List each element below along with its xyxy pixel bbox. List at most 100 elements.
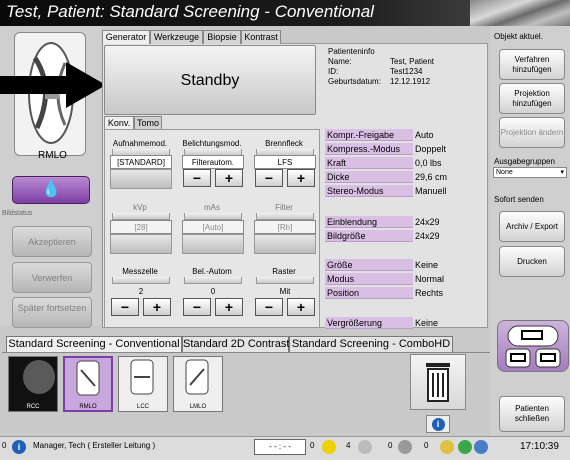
filter-slider[interactable] <box>256 213 314 220</box>
focal-spot-plus[interactable]: + <box>287 169 315 187</box>
title-decoration <box>470 0 570 26</box>
device-toggle-button[interactable] <box>497 320 569 372</box>
status-count-4: 0 <box>424 441 429 450</box>
arrow-icon <box>0 62 106 110</box>
add-procedure-button[interactable]: Verfahren hinzufügen <box>499 49 565 80</box>
view-label: RMLO <box>38 150 67 161</box>
force-value: 0,0 lbs <box>415 158 442 168</box>
mas-slider[interactable] <box>184 213 242 220</box>
patient-info-header: Patienteninfo <box>328 47 375 56</box>
thumbnail-label: RCC <box>26 404 40 410</box>
status-count-2: 4 <box>346 441 351 450</box>
tab-biopsy[interactable]: Biopsie <box>203 30 241 44</box>
thumbnail-label: LCC <box>136 404 149 410</box>
send-now-label: Sofort senden <box>494 195 544 204</box>
info-button[interactable]: i <box>426 415 450 433</box>
chevron-down-icon: ▾ <box>560 169 564 176</box>
aec-cell-minus[interactable]: − <box>111 298 139 316</box>
aec-comp-value: 0 <box>210 287 216 296</box>
position-label: Position <box>325 287 413 299</box>
grid-minus[interactable]: − <box>255 298 283 316</box>
subtab-tomo[interactable]: Tomo <box>134 116 162 129</box>
thumbnail-label: RMLO <box>79 404 97 410</box>
status-count-1: 0 <box>310 441 315 450</box>
size-value: Keine <box>415 260 439 270</box>
thumbnail-label: LMLO <box>189 404 207 410</box>
output-group-value: None <box>496 169 513 176</box>
exposure-mode-buttons[interactable] <box>110 169 172 189</box>
aec-cell-label: Messzelle <box>122 267 158 276</box>
delete-button[interactable] <box>410 354 466 410</box>
mas-buttons[interactable] <box>182 234 244 254</box>
thickness-label: Dicke <box>325 171 413 183</box>
aec-cell-value: 2 <box>138 287 144 296</box>
collimation-value: 24x29 <box>415 217 440 227</box>
folder-icon[interactable] <box>440 440 454 454</box>
system-icon[interactable] <box>474 440 488 454</box>
close-patient-button[interactable]: Patienten schließen <box>499 396 565 432</box>
aec-comp-minus[interactable]: − <box>183 298 211 316</box>
title-bar: Test, Patient: Standard Screening - Conv… <box>0 0 570 26</box>
exposure-indicator-button[interactable]: 💧 <box>12 176 90 204</box>
info-icon[interactable]: i <box>12 440 26 454</box>
breast-image-icon <box>23 360 55 394</box>
grid-slider[interactable] <box>256 277 314 284</box>
subtab-conventional[interactable]: Konv. <box>104 116 134 129</box>
status-ok-icon[interactable] <box>458 440 472 454</box>
current-object-label: Objekt aktuel. <box>494 32 543 41</box>
collimation-label: Einblendung <box>325 216 413 228</box>
exposure-type-value: Filterautom. <box>182 155 244 169</box>
filter-buttons[interactable] <box>254 234 316 254</box>
tab-generator[interactable]: Generator <box>102 30 150 44</box>
tab-procedure-2d-contrast[interactable]: Standard 2D Contrast <box>182 336 289 352</box>
grid-value: Mit <box>279 287 291 296</box>
timer: - - : - - <box>254 439 306 455</box>
status-count-3: 0 <box>388 441 393 450</box>
compression-mode-label: Kompress.-Modus <box>325 143 413 155</box>
tab-contrast[interactable]: Kontrast <box>241 30 281 44</box>
resume-later-button[interactable]: Später fortsetzen <box>12 297 92 328</box>
stereo-mode-label: Stereo-Modus <box>325 185 413 197</box>
magnification-value: Keine <box>415 318 439 328</box>
print-queue-icon[interactable] <box>398 440 412 454</box>
kvp-value: [28] <box>110 220 172 234</box>
aec-cell-plus[interactable]: + <box>143 298 171 316</box>
patient-dob: 12.12.1912 <box>390 77 431 86</box>
exposure-mode-label: Aufnahmemod. <box>112 139 168 148</box>
kvp-buttons[interactable] <box>110 234 172 254</box>
grid-label: Raster <box>272 267 296 276</box>
stereo-mode-value: Manuell <box>415 186 447 196</box>
print-button[interactable]: Drucken <box>499 246 565 277</box>
focal-spot-minus[interactable]: − <box>255 169 283 187</box>
add-projection-button[interactable]: Projektion hinzufügen <box>499 83 565 114</box>
projection-icon <box>130 359 154 395</box>
radiation-icon[interactable] <box>322 440 336 454</box>
patient-name-label: Name: <box>328 57 352 66</box>
info-icon: i <box>431 418 445 431</box>
output-group-select[interactable]: None ▾ <box>493 167 567 178</box>
kvp-slider[interactable] <box>112 213 170 220</box>
exposure-type-plus[interactable]: + <box>215 169 243 187</box>
change-projection-button[interactable]: Projektion ändern <box>499 117 565 148</box>
exposure-type-minus[interactable]: − <box>183 169 211 187</box>
flame-icon: 💧 <box>41 181 61 198</box>
aec-cell-slider[interactable] <box>112 277 170 284</box>
accept-button[interactable]: Akzeptieren <box>12 226 92 257</box>
tab-procedure-combohd[interactable]: Standard Screening - ComboHD <box>289 336 453 352</box>
aec-comp-plus[interactable]: + <box>215 298 243 316</box>
patient-dob-label: Geburtsdatum: <box>328 77 381 86</box>
network-icon[interactable] <box>358 440 372 454</box>
archive-export-button[interactable]: Archiv / Export <box>499 211 565 242</box>
reject-button[interactable]: Verwerfen <box>12 262 92 293</box>
standby-button[interactable]: Standby <box>104 45 316 115</box>
trash-icon <box>426 363 450 402</box>
grid-plus[interactable]: + <box>287 298 315 316</box>
device-icon <box>505 325 561 368</box>
window-title: Test, Patient: Standard Screening - Conv… <box>6 2 374 21</box>
exposure-type-label: Belichtungsmod. <box>182 139 242 148</box>
clock: 17:10:39 <box>520 441 559 452</box>
tab-tools[interactable]: Werkzeuge <box>150 30 203 44</box>
aec-comp-slider[interactable] <box>184 277 242 284</box>
tab-procedure-conventional[interactable]: Standard Screening - Conventional <box>6 336 182 352</box>
magnification-label: Vergrößerung <box>325 317 413 329</box>
